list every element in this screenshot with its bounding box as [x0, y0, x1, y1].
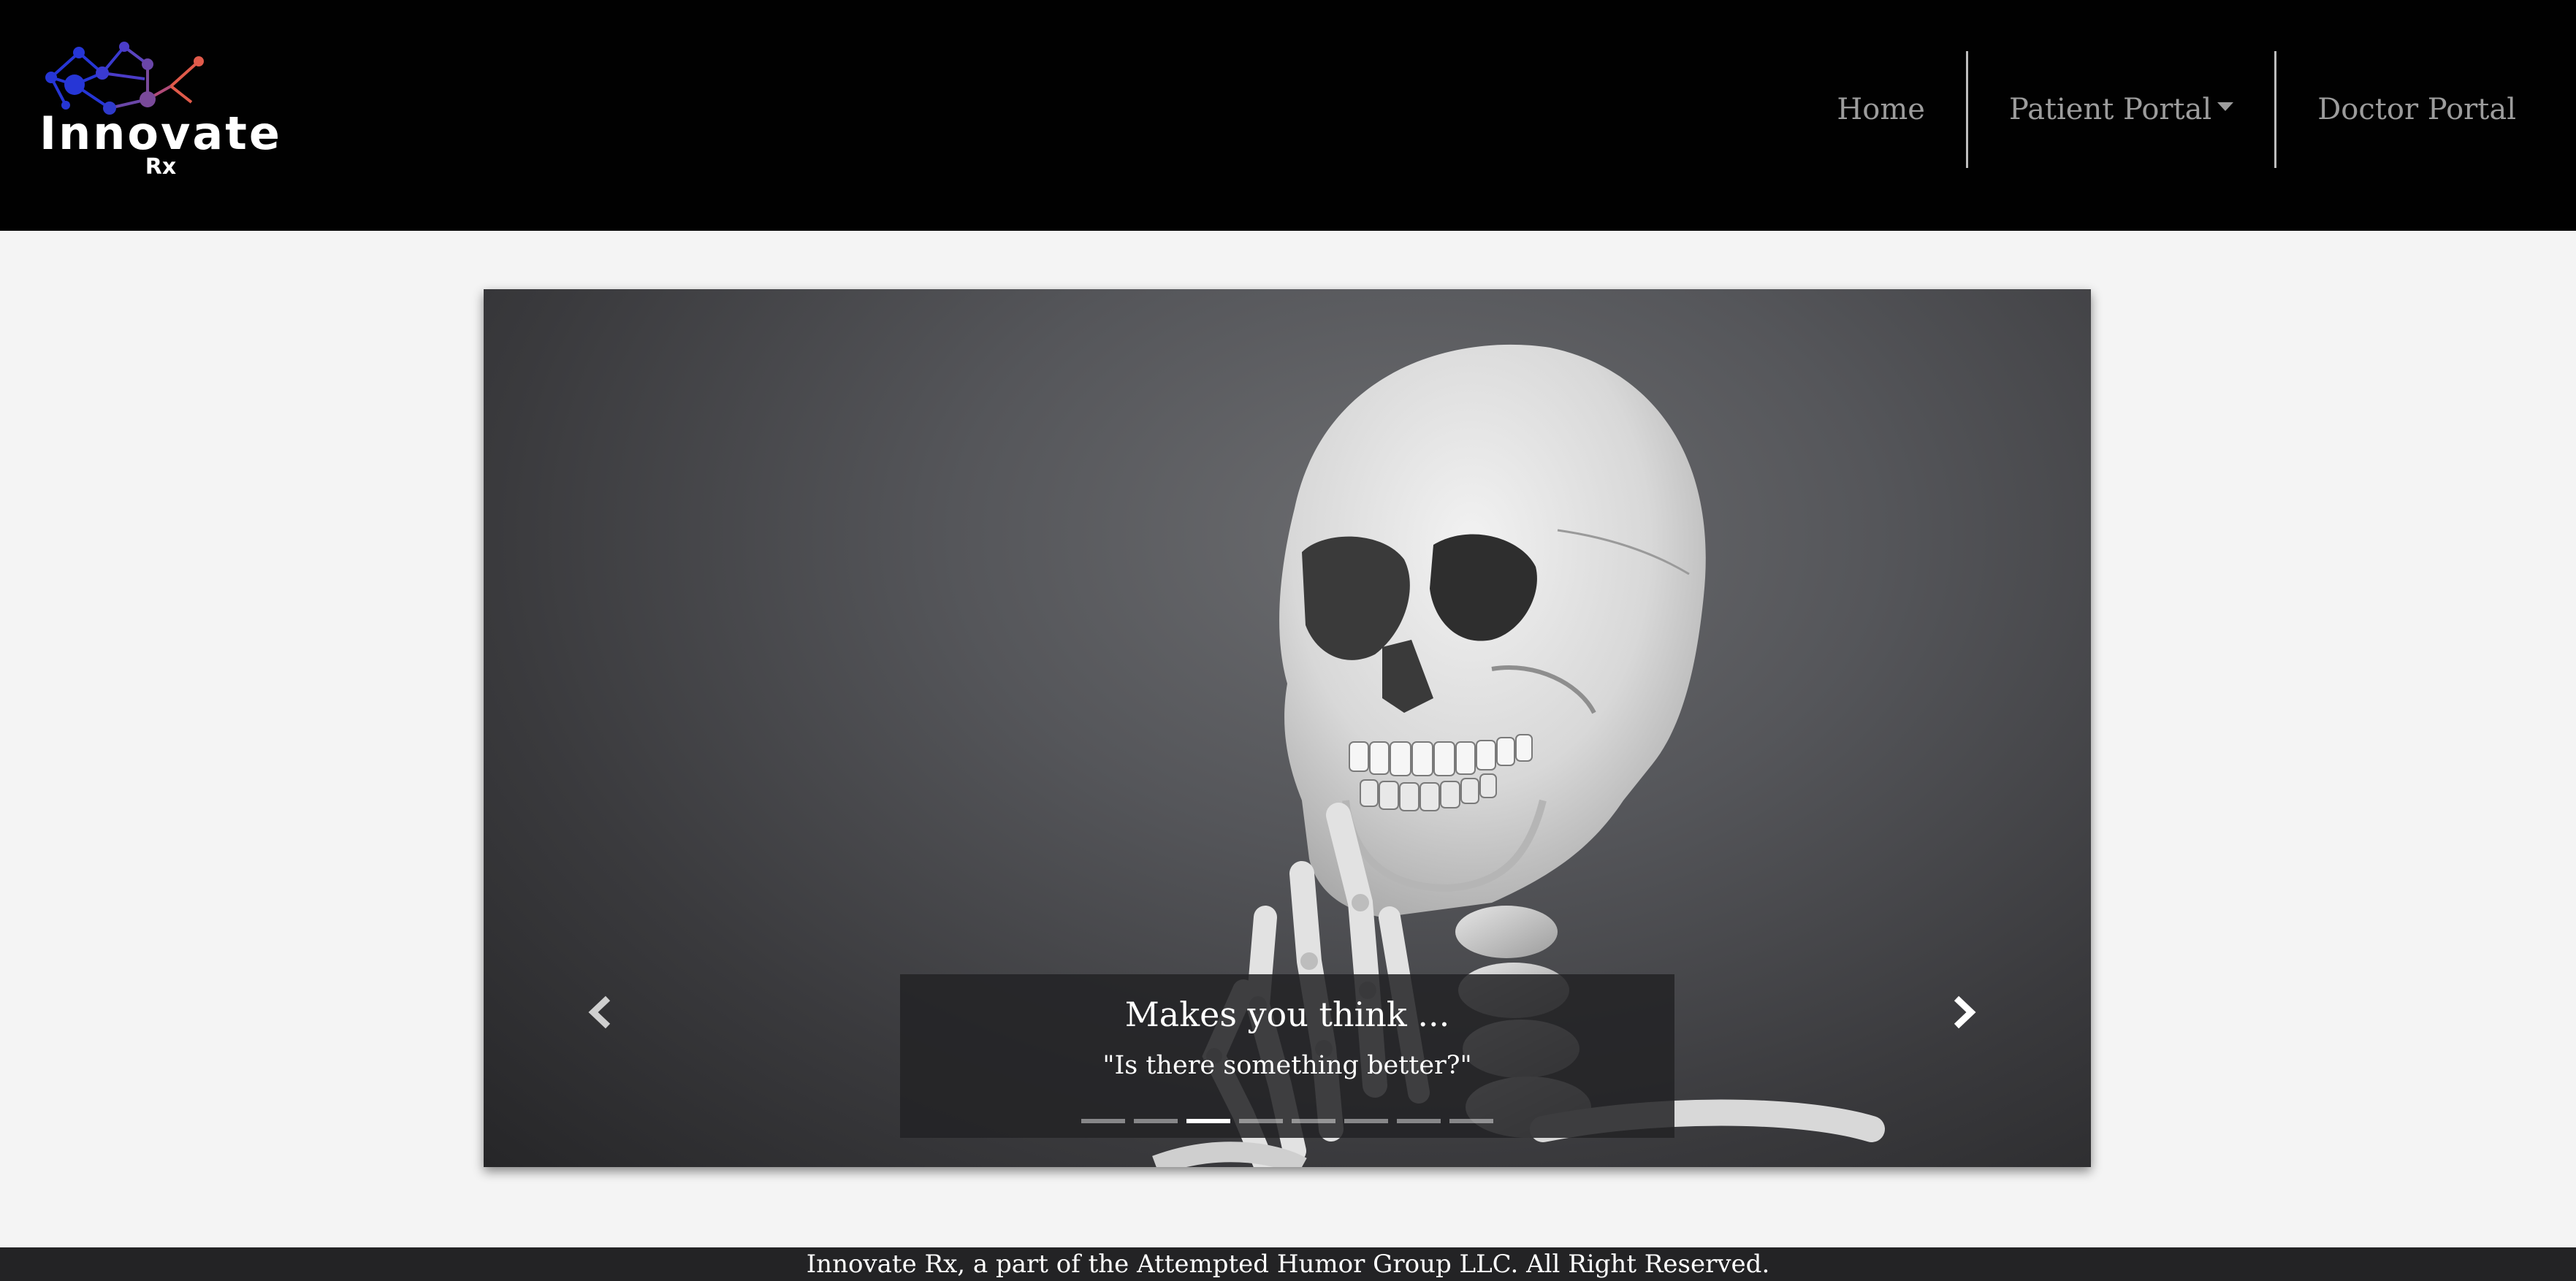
nav-patient-portal-dropdown[interactable]: Patient Portal: [1968, 51, 2274, 168]
caption-title: Makes you think ...: [1124, 995, 1450, 1034]
nav-home-label: Home: [1837, 93, 1925, 126]
carousel-indicator[interactable]: [1134, 1119, 1178, 1123]
carousel-caption: Makes you think ... "Is there something …: [900, 974, 1674, 1138]
nav-home-link[interactable]: Home: [1796, 51, 1966, 168]
nav-doctor-portal-label: Doctor Portal: [2317, 93, 2516, 126]
caption-text: "Is there something better?": [1102, 1051, 1472, 1080]
carousel-indicator[interactable]: [1239, 1119, 1283, 1123]
site-header: Innovate Rx Home Patient Portal Doctor P…: [0, 0, 2576, 231]
brand-name: Innovate: [39, 107, 282, 160]
carousel-indicator[interactable]: [1292, 1119, 1335, 1123]
carousel-indicator[interactable]: [1449, 1119, 1493, 1123]
caret-down-icon: [2217, 102, 2234, 111]
hero-carousel: Makes you think ... "Is there something …: [484, 289, 2091, 1167]
brand-logo[interactable]: Innovate Rx: [37, 35, 292, 188]
nav-patient-portal-label: Patient Portal: [2008, 93, 2212, 126]
carousel-prev-button[interactable]: [579, 990, 622, 1034]
carousel-next-button[interactable]: [1942, 990, 1986, 1034]
carousel-indicator[interactable]: [1344, 1119, 1388, 1123]
chevron-right-icon: [1954, 995, 1976, 1029]
carousel-indicator[interactable]: [1186, 1119, 1230, 1123]
nav-doctor-portal-link[interactable]: Doctor Portal: [2276, 51, 2576, 168]
carousel-indicator[interactable]: [1081, 1119, 1125, 1123]
carousel-indicator[interactable]: [1397, 1119, 1441, 1123]
chevron-left-icon: [588, 995, 611, 1029]
brand-subtitle: Rx: [145, 154, 177, 180]
site-footer: Innovate Rx, a part of the Attempted Hum…: [0, 1247, 2576, 1281]
footer-copyright: Innovate Rx, a part of the Attempted Hum…: [806, 1250, 1770, 1279]
carousel-indicators: [900, 1119, 1674, 1123]
network-logo-icon: [45, 42, 204, 115]
main-nav: Home Patient Portal Doctor Portal: [1796, 51, 2576, 168]
